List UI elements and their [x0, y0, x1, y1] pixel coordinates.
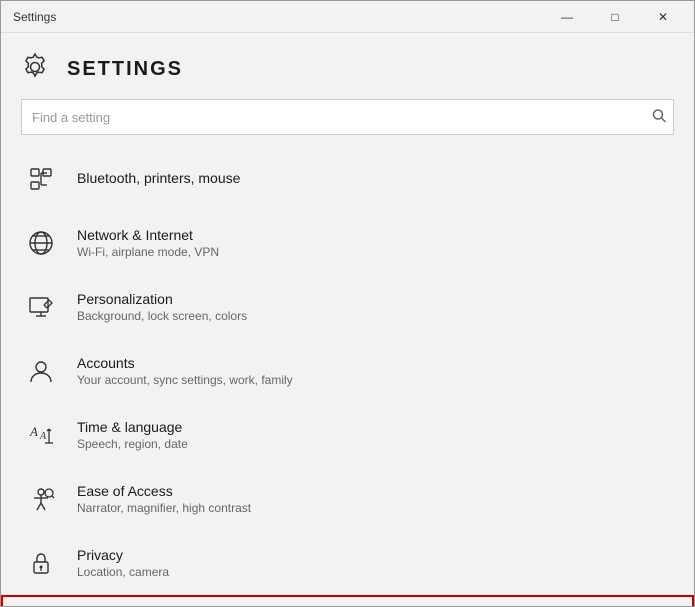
personalization-title: Personalization: [77, 291, 247, 307]
network-title: Network & Internet: [77, 227, 219, 243]
settings-item-bluetooth[interactable]: Bluetooth, printers, mouse: [1, 147, 694, 211]
network-icon: [23, 225, 59, 261]
privacy-text: Privacy Location, camera: [77, 547, 169, 579]
settings-item-privacy[interactable]: Privacy Location, camera: [1, 531, 694, 595]
bluetooth-title: Bluetooth, printers, mouse: [77, 170, 240, 186]
settings-item-network[interactable]: Network & Internet Wi-Fi, airplane mode,…: [1, 211, 694, 275]
search-icon: [652, 109, 666, 126]
settings-gear-icon: [21, 53, 53, 85]
ease-subtitle: Narrator, magnifier, high contrast: [77, 501, 251, 515]
network-text: Network & Internet Wi-Fi, airplane mode,…: [77, 227, 219, 259]
ease-title: Ease of Access: [77, 483, 251, 499]
accounts-title: Accounts: [77, 355, 293, 371]
settings-item-accounts[interactable]: Accounts Your account, sync settings, wo…: [1, 339, 694, 403]
window-controls: — □ ✕: [544, 1, 686, 33]
header: SETTINGS: [1, 33, 694, 95]
search-bar: [21, 99, 674, 135]
settings-window: Settings — □ ✕ SETTINGS: [0, 0, 695, 607]
ease-icon: [23, 481, 59, 517]
maximize-button[interactable]: □: [592, 1, 638, 33]
accounts-subtitle: Your account, sync settings, work, famil…: [77, 373, 293, 387]
ease-text: Ease of Access Narrator, magnifier, high…: [77, 483, 251, 515]
svg-text:A: A: [29, 424, 38, 439]
close-button[interactable]: ✕: [640, 1, 686, 33]
settings-item-ease[interactable]: Ease of Access Narrator, magnifier, high…: [1, 467, 694, 531]
privacy-icon: [23, 545, 59, 581]
minimize-button[interactable]: —: [544, 1, 590, 33]
settings-item-update[interactable]: Update & security Windows Update, recove…: [1, 595, 694, 606]
privacy-subtitle: Location, camera: [77, 565, 169, 579]
time-icon: A A: [23, 417, 59, 453]
personalization-subtitle: Background, lock screen, colors: [77, 309, 247, 323]
personalization-text: Personalization Background, lock screen,…: [77, 291, 247, 323]
network-subtitle: Wi-Fi, airplane mode, VPN: [77, 245, 219, 259]
settings-list: Bluetooth, printers, mouse Network & Int…: [1, 143, 694, 606]
privacy-title: Privacy: [77, 547, 169, 563]
accounts-text: Accounts Your account, sync settings, wo…: [77, 355, 293, 387]
titlebar: Settings — □ ✕: [1, 1, 694, 33]
time-text: Time & language Speech, region, date: [77, 419, 188, 451]
window-title: Settings: [13, 10, 56, 24]
content-area: SETTINGS: [1, 33, 694, 606]
time-subtitle: Speech, region, date: [77, 437, 188, 451]
time-title: Time & language: [77, 419, 188, 435]
settings-item-time[interactable]: A A Time & language Speech, region, date: [1, 403, 694, 467]
search-input[interactable]: [21, 99, 674, 135]
bluetooth-icon: [23, 161, 59, 197]
page-title: SETTINGS: [67, 58, 183, 81]
personalization-icon: [23, 289, 59, 325]
settings-item-personalization[interactable]: Personalization Background, lock screen,…: [1, 275, 694, 339]
bluetooth-text: Bluetooth, printers, mouse: [77, 170, 240, 188]
accounts-icon: [23, 353, 59, 389]
svg-text:A: A: [39, 431, 47, 442]
